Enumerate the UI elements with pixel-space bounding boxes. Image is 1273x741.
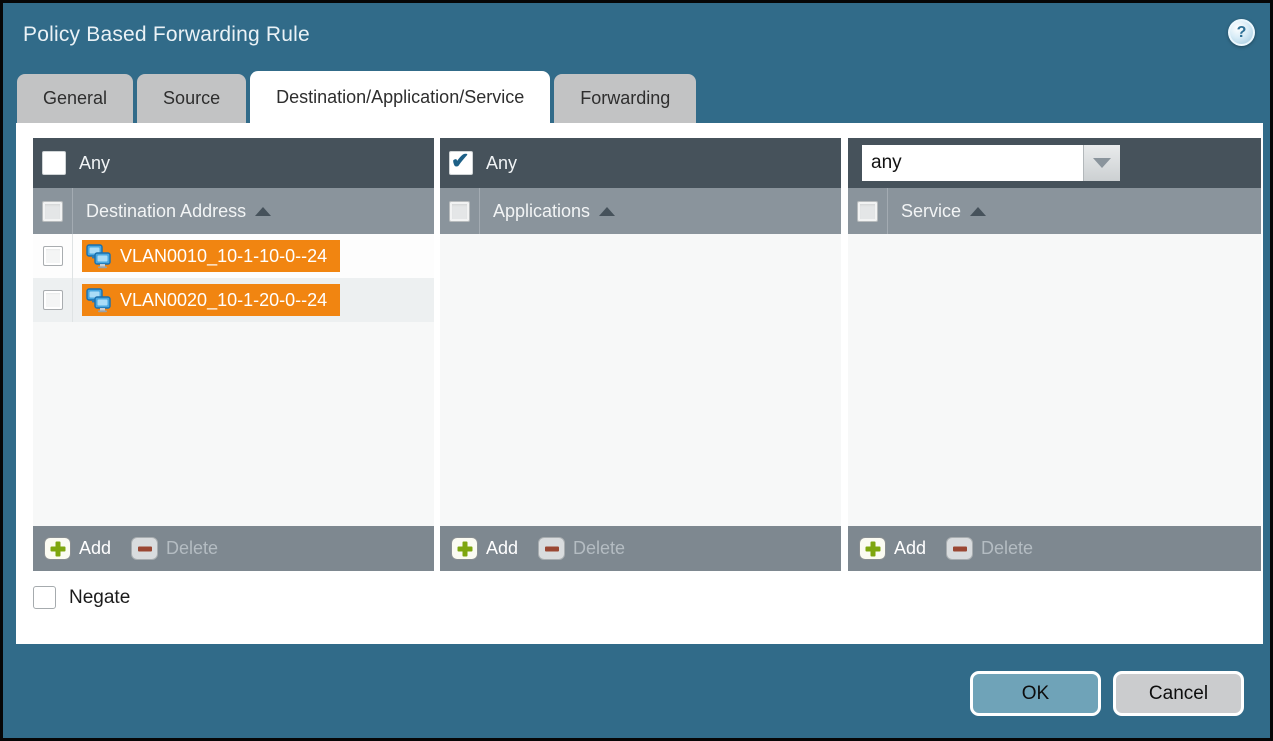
delete-minus-icon: [946, 537, 973, 560]
service-column-title[interactable]: Service: [901, 201, 961, 222]
applications-list: [440, 234, 841, 526]
chevron-down-icon: [1093, 158, 1111, 168]
help-icon[interactable]: ?: [1228, 19, 1255, 46]
destination-any-label: Any: [79, 153, 110, 174]
service-add-button[interactable]: Add: [859, 537, 926, 560]
destination-toolbar: Add Delete: [33, 526, 434, 571]
destination-selectall-checkbox[interactable]: [42, 201, 63, 222]
tab-content: Any Destination Address: [16, 123, 1263, 644]
sort-asc-icon[interactable]: [255, 207, 271, 216]
address-chip[interactable]: VLAN0010_10-1-10-0--24: [82, 240, 340, 272]
destination-any-bar: Any: [33, 138, 434, 188]
network-address-icon: [86, 244, 113, 269]
negate-checkbox[interactable]: [33, 586, 56, 609]
sort-asc-icon[interactable]: [970, 207, 986, 216]
delete-minus-icon: [538, 537, 565, 560]
applications-selectall-checkbox[interactable]: [449, 201, 470, 222]
applications-column-title[interactable]: Applications: [493, 201, 590, 222]
tab-source[interactable]: Source: [137, 74, 246, 123]
service-panel: any Service Add: [848, 138, 1261, 571]
add-plus-icon: [859, 537, 886, 560]
destination-any-checkbox[interactable]: [42, 151, 66, 175]
applications-any-checkbox[interactable]: [449, 151, 473, 175]
service-toolbar: Add Delete: [848, 526, 1261, 571]
address-chip[interactable]: VLAN0020_10-1-20-0--24: [82, 284, 340, 316]
applications-any-label: Any: [486, 153, 517, 174]
destination-column-header: Destination Address: [33, 188, 434, 234]
negate-row: Negate: [33, 586, 130, 609]
add-plus-icon: [451, 537, 478, 560]
service-dropdown-bar: any: [848, 138, 1261, 188]
destination-column-title[interactable]: Destination Address: [86, 201, 246, 222]
tab-destination-application-service[interactable]: Destination/Application/Service: [250, 71, 550, 123]
table-row[interactable]: VLAN0010_10-1-10-0--24: [33, 234, 434, 278]
tab-bar: General Source Destination/Application/S…: [17, 71, 696, 123]
negate-label: Negate: [69, 587, 130, 609]
tab-forwarding[interactable]: Forwarding: [554, 74, 696, 123]
service-delete-button[interactable]: Delete: [946, 537, 1033, 560]
row-checkbox[interactable]: [43, 290, 63, 310]
applications-panel: Any Applications Add Delete: [440, 138, 841, 571]
sort-asc-icon[interactable]: [599, 207, 615, 216]
cancel-button[interactable]: Cancel: [1113, 671, 1244, 716]
dialog-title: Policy Based Forwarding Rule: [23, 23, 310, 47]
applications-any-bar: Any: [440, 138, 841, 188]
service-dropdown-value: any: [862, 145, 1083, 181]
table-row[interactable]: VLAN0020_10-1-20-0--24: [33, 278, 434, 322]
row-checkbox[interactable]: [43, 246, 63, 266]
address-label: VLAN0020_10-1-20-0--24: [120, 290, 327, 311]
service-dropdown-button[interactable]: [1083, 145, 1120, 181]
service-column-header: Service: [848, 188, 1261, 234]
ok-button[interactable]: OK: [970, 671, 1101, 716]
destination-add-button[interactable]: Add: [44, 537, 111, 560]
applications-delete-button[interactable]: Delete: [538, 537, 625, 560]
delete-minus-icon: [131, 537, 158, 560]
applications-column-header: Applications: [440, 188, 841, 234]
tab-general[interactable]: General: [17, 74, 133, 123]
destination-list: VLAN0010_10-1-10-0--24: [33, 234, 434, 526]
add-plus-icon: [44, 537, 71, 560]
address-label: VLAN0010_10-1-10-0--24: [120, 246, 327, 267]
applications-add-button[interactable]: Add: [451, 537, 518, 560]
service-list: [848, 234, 1261, 526]
service-selectall-checkbox[interactable]: [857, 201, 878, 222]
destination-panel: Any Destination Address: [33, 138, 434, 571]
network-address-icon: [86, 288, 113, 313]
service-dropdown[interactable]: any: [862, 145, 1120, 181]
destination-delete-button[interactable]: Delete: [131, 537, 218, 560]
applications-toolbar: Add Delete: [440, 526, 841, 571]
pbf-rule-dialog: Policy Based Forwarding Rule ? General S…: [0, 0, 1273, 741]
